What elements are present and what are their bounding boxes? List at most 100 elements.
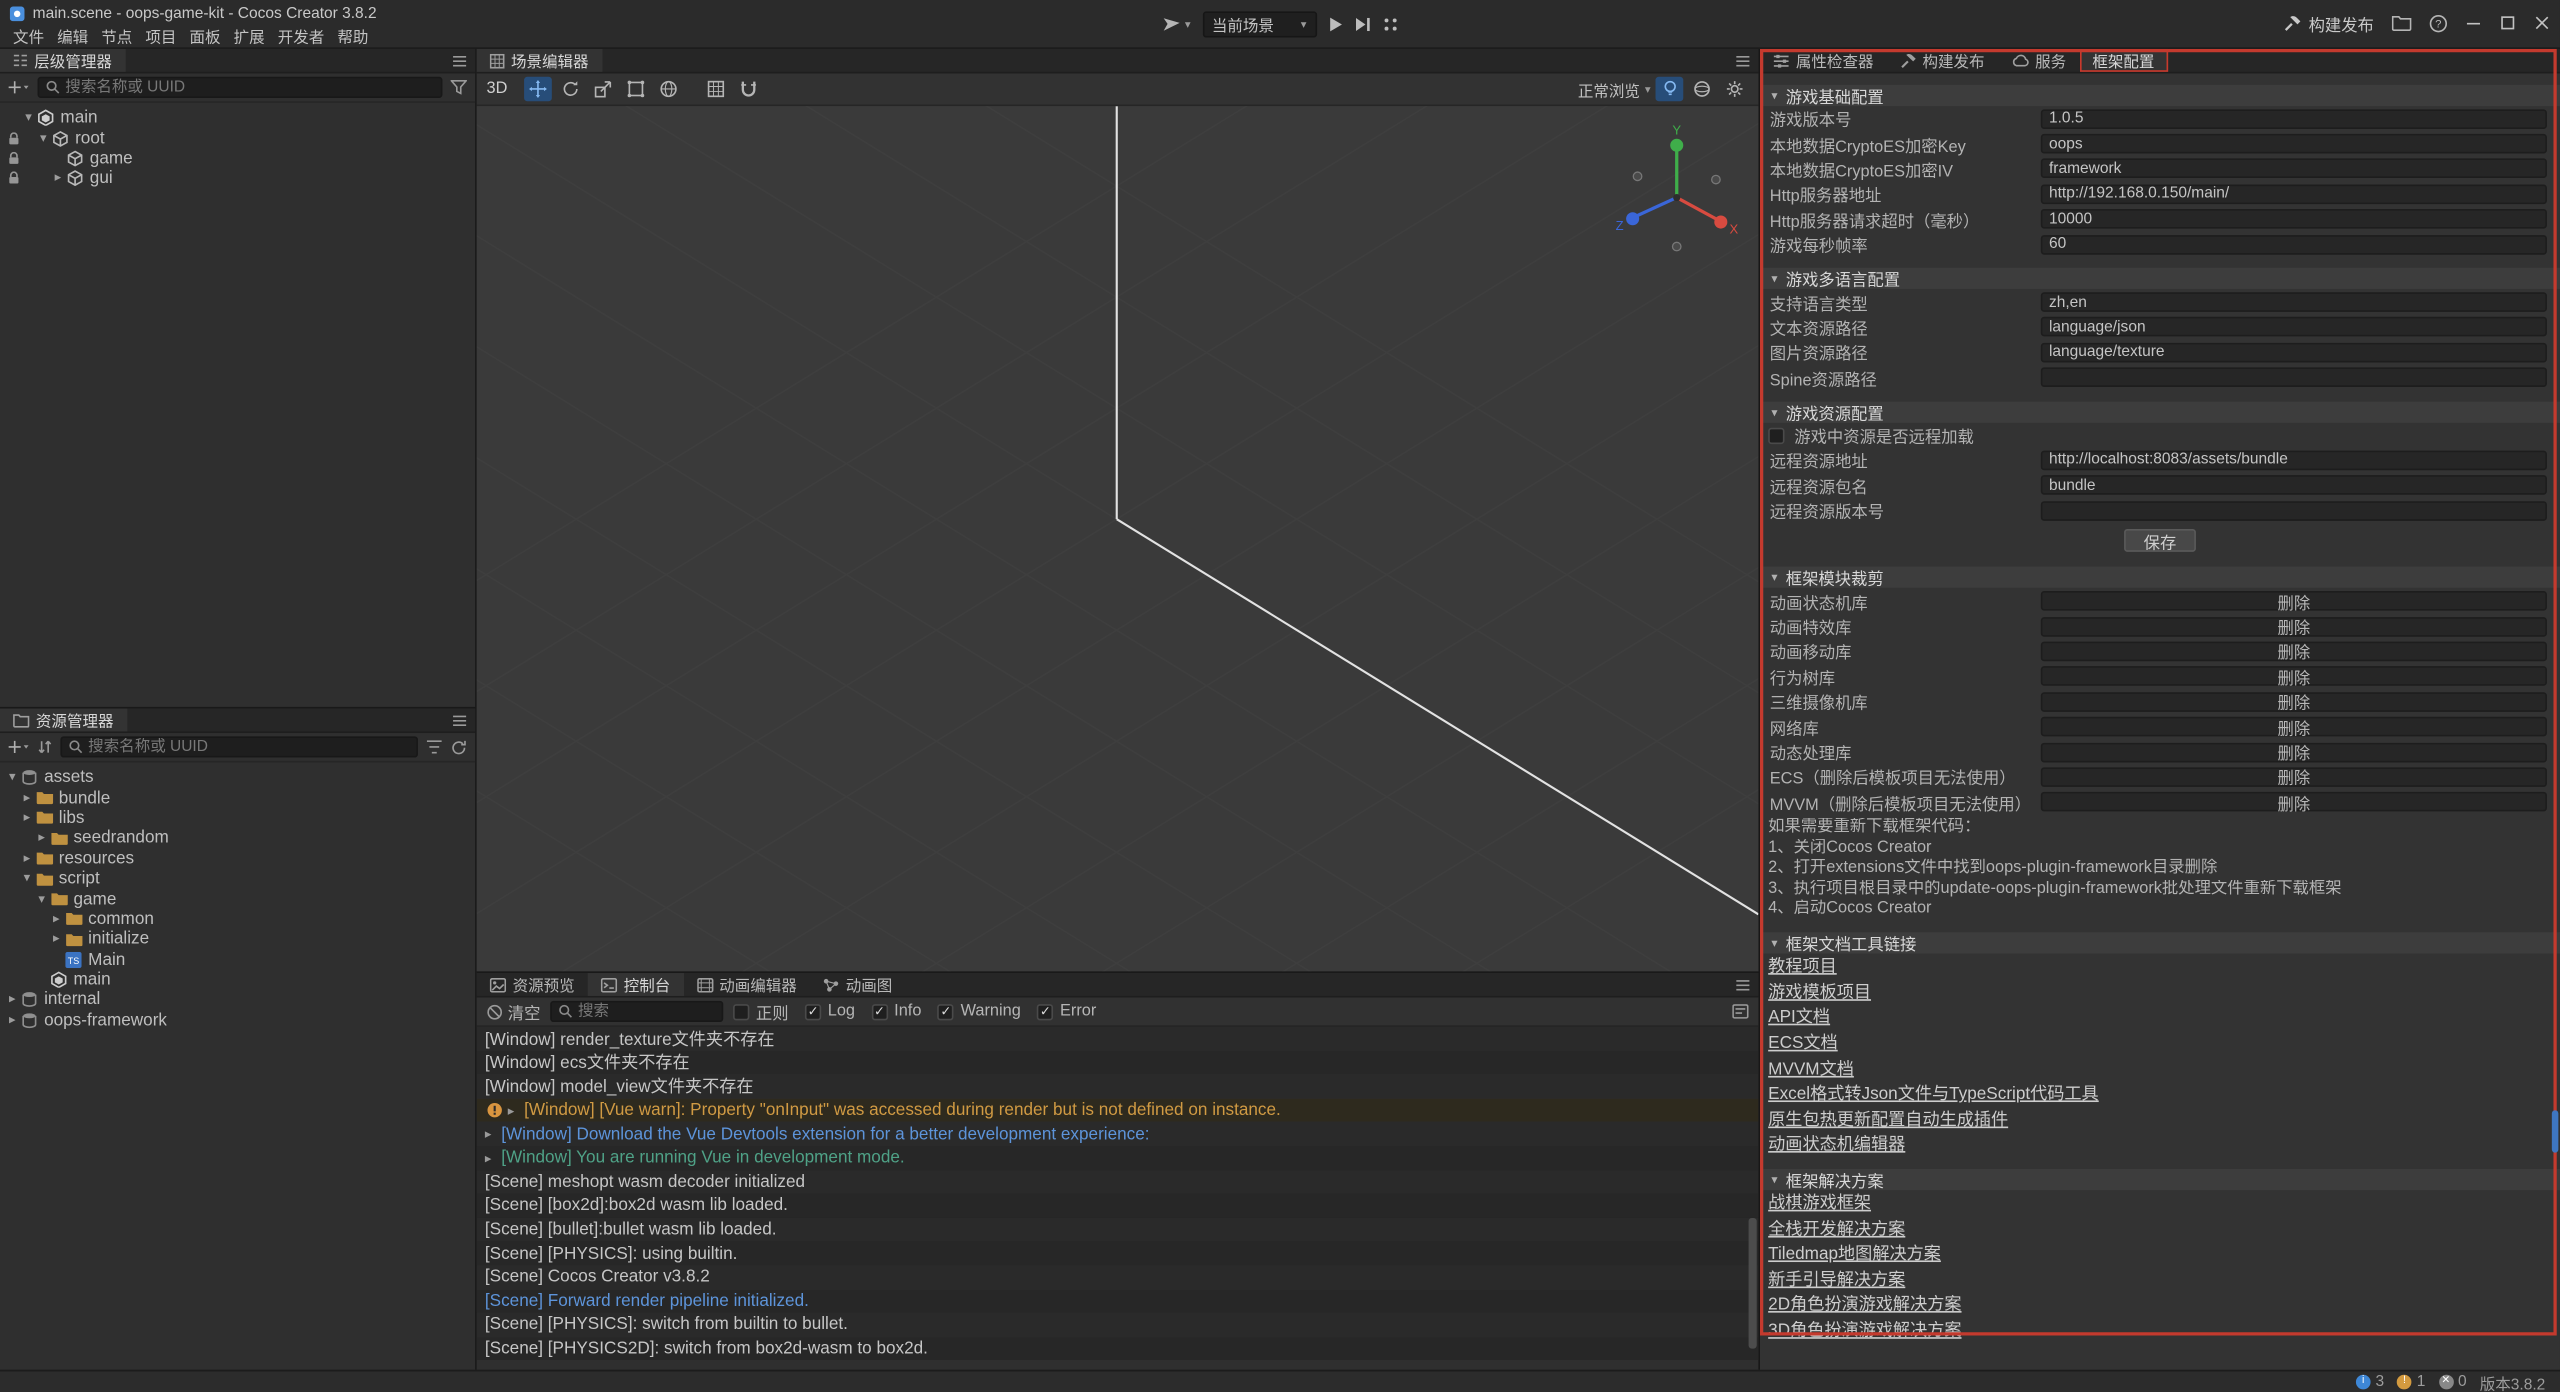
tab-动画图[interactable]: 动画图	[810, 973, 906, 996]
caret-down-icon[interactable]: ▾	[34, 892, 49, 905]
field-input[interactable]	[2041, 235, 2547, 255]
help-icon[interactable]: ?	[2429, 14, 2447, 32]
axis-neg-x-dot[interactable]	[1633, 172, 1641, 180]
console-scrollbar-thumb[interactable]	[1749, 1218, 1757, 1349]
caret-down-icon[interactable]: ▾	[20, 872, 35, 885]
add-node-button[interactable]	[8, 80, 29, 95]
panel-menu-icon[interactable]	[1736, 979, 1751, 990]
tab-属性检查器[interactable]: 属性检查器	[1760, 49, 1887, 72]
section-header-i18n[interactable]: ▾游戏多语言配置	[1760, 268, 2560, 289]
delete-module-button[interactable]: 删除	[2041, 616, 2547, 636]
caret-down-icon[interactable]: ▾	[5, 771, 20, 784]
tab-动画编辑器[interactable]: 动画编辑器	[683, 973, 810, 996]
axis-gizmo[interactable]: Y X Z	[1608, 122, 1745, 259]
section-header-resource[interactable]: ▾游戏资源配置	[1760, 401, 2560, 422]
menu-item[interactable]: 节点	[101, 24, 132, 47]
axis-x-handle[interactable]	[1714, 216, 1727, 229]
section-header-solutions[interactable]: ▾框架解决方案	[1760, 1168, 2560, 1189]
doc-link[interactable]: 动画状态机编辑器	[1768, 1132, 1905, 1156]
assets-search-input[interactable]	[88, 738, 410, 756]
menu-item[interactable]: 扩展	[234, 24, 265, 47]
console-log-row[interactable]: [Scene] [PHYSICS]: using builtin.	[477, 1241, 1759, 1265]
doc-link[interactable]: 游戏模板项目	[1768, 979, 1871, 1003]
console-log-row[interactable]: ▸[Window] You are running Vue in develop…	[477, 1146, 1759, 1170]
field-input[interactable]	[2041, 159, 2547, 179]
delete-module-button[interactable]: 删除	[2041, 667, 2547, 687]
console-log-row[interactable]: [Scene] meshopt wasm decoder initialized	[477, 1170, 1759, 1194]
inspector-scrollbar-thumb[interactable]	[2552, 1110, 2559, 1152]
minimize-button[interactable]	[2465, 15, 2481, 31]
tree-node-root[interactable]: ▾root	[0, 128, 475, 148]
filter-error[interactable]: Error	[1037, 1002, 1096, 1020]
tab-框架配置[interactable]: 框架配置	[2079, 49, 2167, 72]
field-input[interactable]	[2041, 292, 2547, 312]
tree-node-Main[interactable]: TSMain	[0, 949, 475, 969]
caret-right-icon[interactable]: ▸	[5, 993, 20, 1006]
tree-node-bundle[interactable]: ▸bundle	[0, 788, 475, 808]
console-log-row[interactable]: [Window] ecs文件夹不存在	[477, 1051, 1759, 1075]
menu-item[interactable]: 面板	[189, 24, 220, 47]
mode-3d-button[interactable]: 3D	[487, 80, 508, 98]
scene-viewport[interactable]: Y X Z	[477, 106, 1759, 971]
play-button[interactable]	[1328, 16, 1343, 32]
preview-target-button[interactable]: ▾	[1162, 16, 1191, 32]
section-header-game-basic[interactable]: ▾游戏基础配置	[1760, 85, 2560, 106]
tab-构建发布[interactable]: 构建发布	[1887, 49, 1998, 72]
doc-link[interactable]: Tiledmap地图解决方案	[1768, 1241, 1941, 1265]
field-input[interactable]	[2041, 501, 2547, 521]
tab-assets[interactable]: 资源管理器	[0, 709, 127, 732]
tree-node-game[interactable]: ▾game	[0, 889, 475, 909]
axis-neg-z-dot[interactable]	[1712, 175, 1720, 183]
doc-link[interactable]: 教程项目	[1768, 954, 1837, 978]
rect-tool-button[interactable]	[622, 77, 650, 101]
tab-控制台[interactable]: 控制台	[588, 973, 684, 996]
field-input[interactable]	[2041, 184, 2547, 204]
scene-settings-gear-icon[interactable]	[1721, 77, 1749, 101]
sort-icon[interactable]	[38, 740, 53, 755]
delete-module-button[interactable]: 删除	[2041, 717, 2547, 737]
doc-link[interactable]: 3D角色扮演游戏解决方案	[1768, 1317, 1961, 1341]
menu-item[interactable]: 编辑	[57, 24, 88, 47]
doc-link[interactable]: 全栈开发解决方案	[1768, 1216, 1905, 1240]
step-button[interactable]	[1354, 16, 1370, 32]
scene-selector[interactable]: 当前场景 ▾	[1202, 11, 1316, 37]
tab-服务[interactable]: 服务	[1998, 49, 2080, 72]
regex-toggle[interactable]: 正则	[733, 999, 789, 1023]
caret-right-icon[interactable]: ▸	[49, 913, 64, 926]
regex-checkbox-icon[interactable]	[733, 1003, 749, 1019]
delete-module-button[interactable]: 删除	[2041, 792, 2547, 812]
tree-node-seedrandom[interactable]: ▸seedrandom	[0, 828, 475, 848]
status-badge-messages[interactable]: i3	[2356, 1373, 2384, 1391]
panel-menu-icon[interactable]	[1736, 55, 1751, 66]
doc-link[interactable]: API文档	[1768, 1005, 1830, 1029]
scene-sphere-button[interactable]	[1688, 77, 1716, 101]
console-search-input[interactable]	[578, 1002, 715, 1020]
doc-link[interactable]: 新手引导解决方案	[1768, 1267, 1905, 1291]
move-tool-button[interactable]	[524, 77, 552, 101]
expand-caret-icon[interactable]: ▸	[485, 1151, 501, 1166]
tree-node-main[interactable]: main	[0, 970, 475, 990]
save-button[interactable]: 保存	[2124, 530, 2196, 553]
field-input[interactable]	[2041, 368, 2547, 388]
field-input[interactable]	[2041, 476, 2547, 496]
doc-link[interactable]: ECS文档	[1768, 1030, 1838, 1054]
delete-module-button[interactable]: 删除	[2041, 591, 2547, 611]
expand-caret-icon[interactable]: ▸	[485, 1127, 501, 1142]
caret-right-icon[interactable]: ▸	[20, 791, 35, 804]
snap-grid-button[interactable]	[702, 77, 730, 101]
menu-item[interactable]: 开发者	[278, 24, 325, 47]
layout-grid-icon[interactable]	[1382, 16, 1398, 32]
remote-load-checkbox[interactable]	[1768, 427, 1784, 443]
section-header-trim[interactable]: ▾框架模块裁剪	[1760, 567, 2560, 588]
checkbox-icon[interactable]	[805, 1003, 821, 1019]
rotate-tool-button[interactable]	[556, 77, 584, 101]
view-mode-dropdown[interactable]: 正常浏览 ▾	[1578, 78, 1651, 101]
filter-info[interactable]: Info	[871, 1002, 921, 1020]
console-log-row[interactable]: [Scene] Cocos Creator v3.8.2	[477, 1265, 1759, 1289]
checkbox-icon[interactable]	[938, 1003, 954, 1019]
console-log-row[interactable]: [Scene] [bullet]:bullet wasm lib loaded.	[477, 1218, 1759, 1242]
tree-node-gui[interactable]: ▸gui	[0, 168, 475, 188]
axis-z-handle[interactable]	[1626, 212, 1639, 225]
console-log-row[interactable]: [Scene] [PHYSICS]: switch from builtin t…	[477, 1313, 1759, 1337]
caret-right-icon[interactable]: ▸	[51, 172, 66, 185]
